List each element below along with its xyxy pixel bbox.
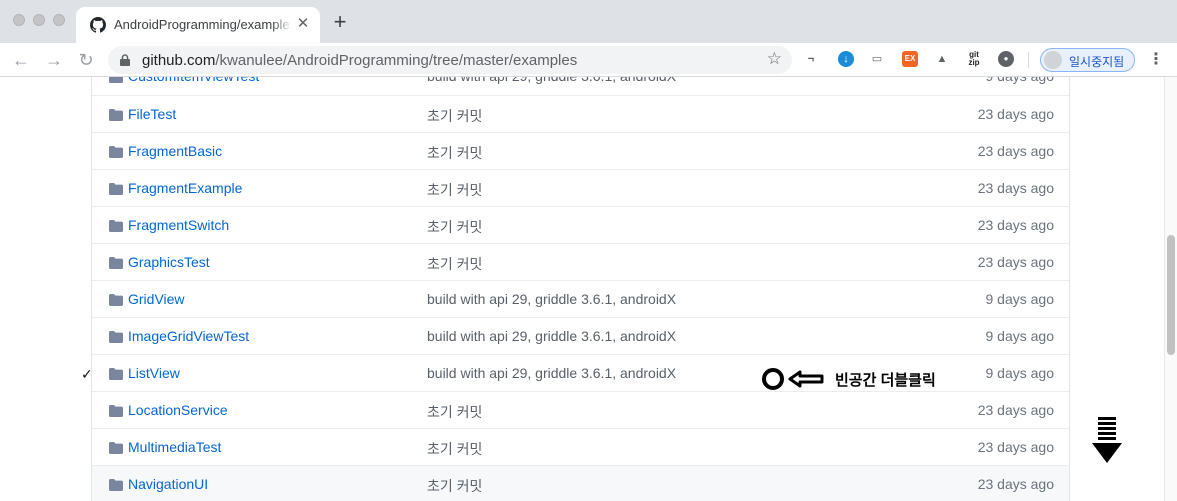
commit-message[interactable]: 초기 커밋 [427,180,482,200]
commit-age: 23 days ago [977,106,1054,122]
table-row[interactable]: LocationService 초기 커밋 23 days ago [92,391,1069,428]
table-row[interactable]: FragmentBasic 초기 커밋 23 days ago [92,132,1069,169]
table-row[interactable]: FileTest 초기 커밋 23 days ago [92,95,1069,132]
browser-toolbar: ← → ↻ github.com/kwanulee/AndroidProgram… [0,43,1177,77]
commit-age: 9 days ago [986,77,1055,84]
commit-age: 23 days ago [977,476,1054,492]
tab-title: AndroidProgramming/example [114,17,292,32]
table-row[interactable]: NavigationUI 초기 커밋 23 days ago [92,465,1069,501]
commit-message[interactable]: 초기 커밋 [427,217,482,237]
tab-close-icon[interactable]: ✕ [295,16,311,32]
cast-extension-icon[interactable]: ▭ [869,51,885,67]
annotation-text: 빈공간 더블클릭 [835,372,936,389]
folder-icon [109,183,123,195]
checkmark-icon: ✓ [81,366,93,382]
reload-icon[interactable]: ↻ [76,50,96,70]
folder-icon [109,257,123,269]
commit-message[interactable]: 초기 커밋 [427,254,482,274]
url-host: github.com [142,52,216,69]
address-bar[interactable]: github.com/kwanulee/AndroidProgramming/t… [108,46,792,74]
folder-link[interactable]: ImageGridViewTest [128,328,249,344]
commit-message[interactable]: build with api 29, griddle 3.6.1, androi… [427,291,676,307]
folder-link[interactable]: FragmentBasic [128,143,222,159]
window-zoom-dot[interactable] [53,14,65,26]
window-close-dot[interactable] [13,14,25,26]
commit-message[interactable]: build with api 29, griddle 3.6.1, androi… [427,328,676,344]
more-menu-icon[interactable]: ⋮ [1148,49,1164,71]
back-icon[interactable]: ← [11,50,31,70]
commit-age: 9 days ago [985,291,1055,307]
profile-button[interactable]: 일시중지됨 [1040,48,1135,72]
commit-age: 23 days ago [977,180,1054,196]
commit-age: 23 days ago [977,439,1054,455]
commit-message[interactable]: 초기 커밋 [427,106,482,126]
folder-icon [109,331,123,343]
folder-link[interactable]: NavigationUI [128,476,208,492]
commit-message[interactable]: build with api 29, griddle 3.6.1, androi… [427,365,676,381]
scrollbar-thumb[interactable] [1167,235,1175,355]
commit-message[interactable]: build with api 29, griddle 3.6.1, androi… [427,77,676,84]
folder-link[interactable]: MultimediaTest [128,439,221,455]
url-path: /kwanulee/AndroidProgramming/tree/master… [215,52,578,69]
folder-icon [109,479,123,491]
new-tab-button[interactable]: + [330,11,350,33]
extension-corner-icon[interactable]: ¬ [803,51,819,67]
folder-link[interactable]: GraphicsTest [128,254,210,270]
commit-message[interactable]: 초기 커밋 [427,476,482,496]
folder-link[interactable]: FileTest [128,106,176,122]
folder-link[interactable]: GridView [128,291,185,307]
folder-icon [109,294,123,306]
bookmark-star-icon[interactable]: ☆ [767,49,782,69]
page-content: CustomItemViewTest build with api 29, gri… [0,77,1164,501]
page-scrollbar[interactable] [1164,77,1177,501]
commit-age: 23 days ago [977,143,1054,159]
left-arrow-icon [788,370,824,388]
commit-message[interactable]: 초기 커밋 [427,402,482,422]
window-minimize-dot[interactable] [33,14,45,26]
url-text: github.com/kwanulee/AndroidProgramming/t… [142,52,577,69]
avatar [1044,51,1062,69]
profile-status-label: 일시중지됨 [1069,55,1125,69]
folder-icon [109,146,123,158]
folder-link[interactable]: ListView [128,365,180,381]
commit-age: 9 days ago [985,365,1055,381]
annotation-circle [762,368,784,390]
commit-age: 23 days ago [977,402,1054,418]
download-extension-icon[interactable]: ↓ [838,51,854,67]
drive-extension-icon[interactable]: ▲ [934,51,950,67]
folder-icon [109,405,123,417]
commit-age: 9 days ago [985,328,1055,344]
folder-link[interactable]: LocationService [128,402,228,418]
gitzip-extension-icon[interactable]: git zip [966,51,982,67]
table-row[interactable]: ImageGridViewTest build with api 29, grid… [92,317,1069,354]
forward-icon[interactable]: → [44,50,64,70]
toolbar-separator [1028,52,1029,68]
github-icon [90,17,106,33]
table-row[interactable]: CustomItemViewTest build with api 29, gri… [92,77,1069,95]
folder-link[interactable]: FragmentExample [128,180,242,196]
ex-extension-icon[interactable]: EX [902,51,918,67]
table-row[interactable]: FragmentSwitch 초기 커밋 23 days ago [92,206,1069,243]
scroll-down-arrow-icon [1092,417,1122,463]
circle-extension-icon[interactable]: ● [998,51,1014,67]
folder-icon [109,109,123,121]
file-list: CustomItemViewTest build with api 29, gri… [91,77,1070,501]
folder-icon [109,368,123,380]
folder-icon [109,220,123,232]
folder-icon [109,442,123,454]
table-row[interactable]: FragmentExample 초기 커밋 23 days ago [92,169,1069,206]
commit-age: 23 days ago [977,254,1054,270]
table-row[interactable]: GraphicsTest 초기 커밋 23 days ago [92,243,1069,280]
browser-tab[interactable]: AndroidProgramming/example ✕ [76,7,320,43]
folder-icon [109,77,123,83]
browser-tab-strip: AndroidProgramming/example ✕ + [0,0,1177,43]
table-row[interactable]: GridView build with api 29, griddle 3.6.1… [92,280,1069,317]
commit-message[interactable]: 초기 커밋 [427,143,482,163]
lock-icon [120,54,130,66]
folder-link[interactable]: FragmentSwitch [128,217,229,233]
commit-message[interactable]: 초기 커밋 [427,439,482,459]
table-row[interactable]: MultimediaTest 초기 커밋 23 days ago [92,428,1069,465]
commit-age: 23 days ago [977,217,1054,233]
folder-link[interactable]: CustomItemViewTest [128,77,259,84]
